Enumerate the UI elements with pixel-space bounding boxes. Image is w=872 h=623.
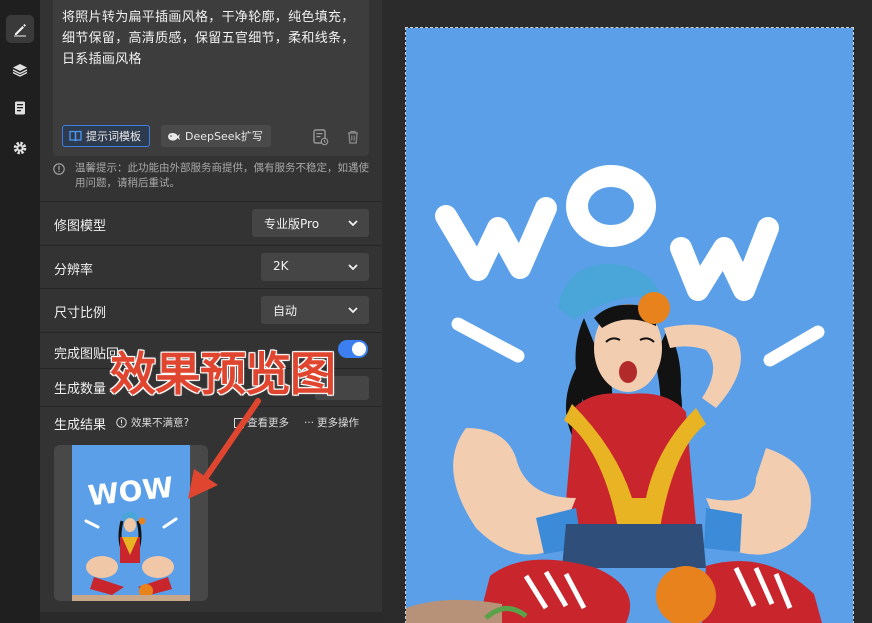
model-label: 修图模型	[54, 219, 107, 234]
resolution-label: 分辨率	[54, 263, 94, 278]
service-tip-text: 温馨提示：此功能由外部服务商提供，偶有服务不稳定，如遇使用问题，请稍后重试。	[75, 162, 369, 189]
divider	[40, 201, 382, 202]
prompt-template-label: 提示词模板	[86, 130, 141, 143]
prompt-template-button[interactable]: 提示词模板	[62, 125, 150, 147]
results-label: 生成结果	[54, 418, 107, 433]
panel-footer	[40, 612, 382, 623]
info-icon	[53, 163, 65, 175]
tool-rail	[0, 0, 40, 623]
layers-icon	[12, 64, 28, 77]
divider	[40, 245, 382, 246]
unsatisfied-link[interactable]: 效果不满意?	[116, 415, 189, 430]
paste-back-toggle[interactable]	[338, 340, 368, 358]
resolution-select-value: 2K	[273, 259, 289, 273]
ratio-select[interactable]: 自动	[261, 296, 369, 324]
history-tool-button[interactable]	[6, 94, 34, 122]
info-icon	[116, 417, 127, 428]
document-icon	[15, 101, 25, 115]
prompt-textarea[interactable]: 将照片转为扁平插画风格，干净轮廓，纯色填充，细节保留，高清质感，保留五官细节，柔…	[53, 0, 369, 156]
gear-icon	[13, 141, 27, 155]
history-icon[interactable]	[311, 128, 329, 146]
settings-tool-button[interactable]	[6, 134, 34, 162]
artwork-image	[406, 28, 853, 623]
deepseek-expand-label: DeepSeek扩写	[185, 130, 263, 143]
trash-icon[interactable]	[345, 129, 361, 145]
ellipsis-icon: ···	[304, 416, 315, 429]
more-ops-link[interactable]: ··· 更多操作	[304, 415, 359, 430]
book-icon	[69, 130, 82, 142]
divider	[40, 288, 382, 289]
resolution-select[interactable]: 2K	[261, 253, 369, 281]
model-select[interactable]: 专业版Pro	[252, 209, 369, 237]
chevron-down-icon	[348, 307, 358, 314]
divider	[40, 332, 382, 333]
whale-icon	[168, 132, 180, 141]
annotation-arrow-icon	[188, 398, 261, 499]
layers-tool-button[interactable]	[6, 56, 34, 84]
ratio-select-value: 自动	[273, 304, 298, 318]
settings-panel: 将照片转为扁平插画风格，干净轮廓，纯色填充，细节保留，高清质感，保留五官细节，柔…	[40, 0, 382, 623]
count-label: 生成数量	[54, 382, 107, 397]
chevron-down-icon	[348, 264, 358, 271]
artboard[interactable]	[405, 27, 854, 623]
model-select-value: 专业版Pro	[264, 217, 320, 231]
prompt-text[interactable]: 将照片转为扁平插画风格，干净轮廓，纯色填充，细节保留，高清质感，保留五官细节，柔…	[62, 7, 362, 70]
ratio-label: 尺寸比例	[54, 306, 107, 321]
pencil-icon	[14, 24, 26, 37]
more-ops-text: 更多操作	[317, 417, 360, 429]
deepseek-expand-button[interactable]: DeepSeek扩写	[161, 125, 271, 147]
chevron-down-icon	[348, 220, 358, 227]
edit-tool-button[interactable]	[6, 15, 34, 43]
result-thumbnail-image: WOW	[72, 445, 190, 601]
